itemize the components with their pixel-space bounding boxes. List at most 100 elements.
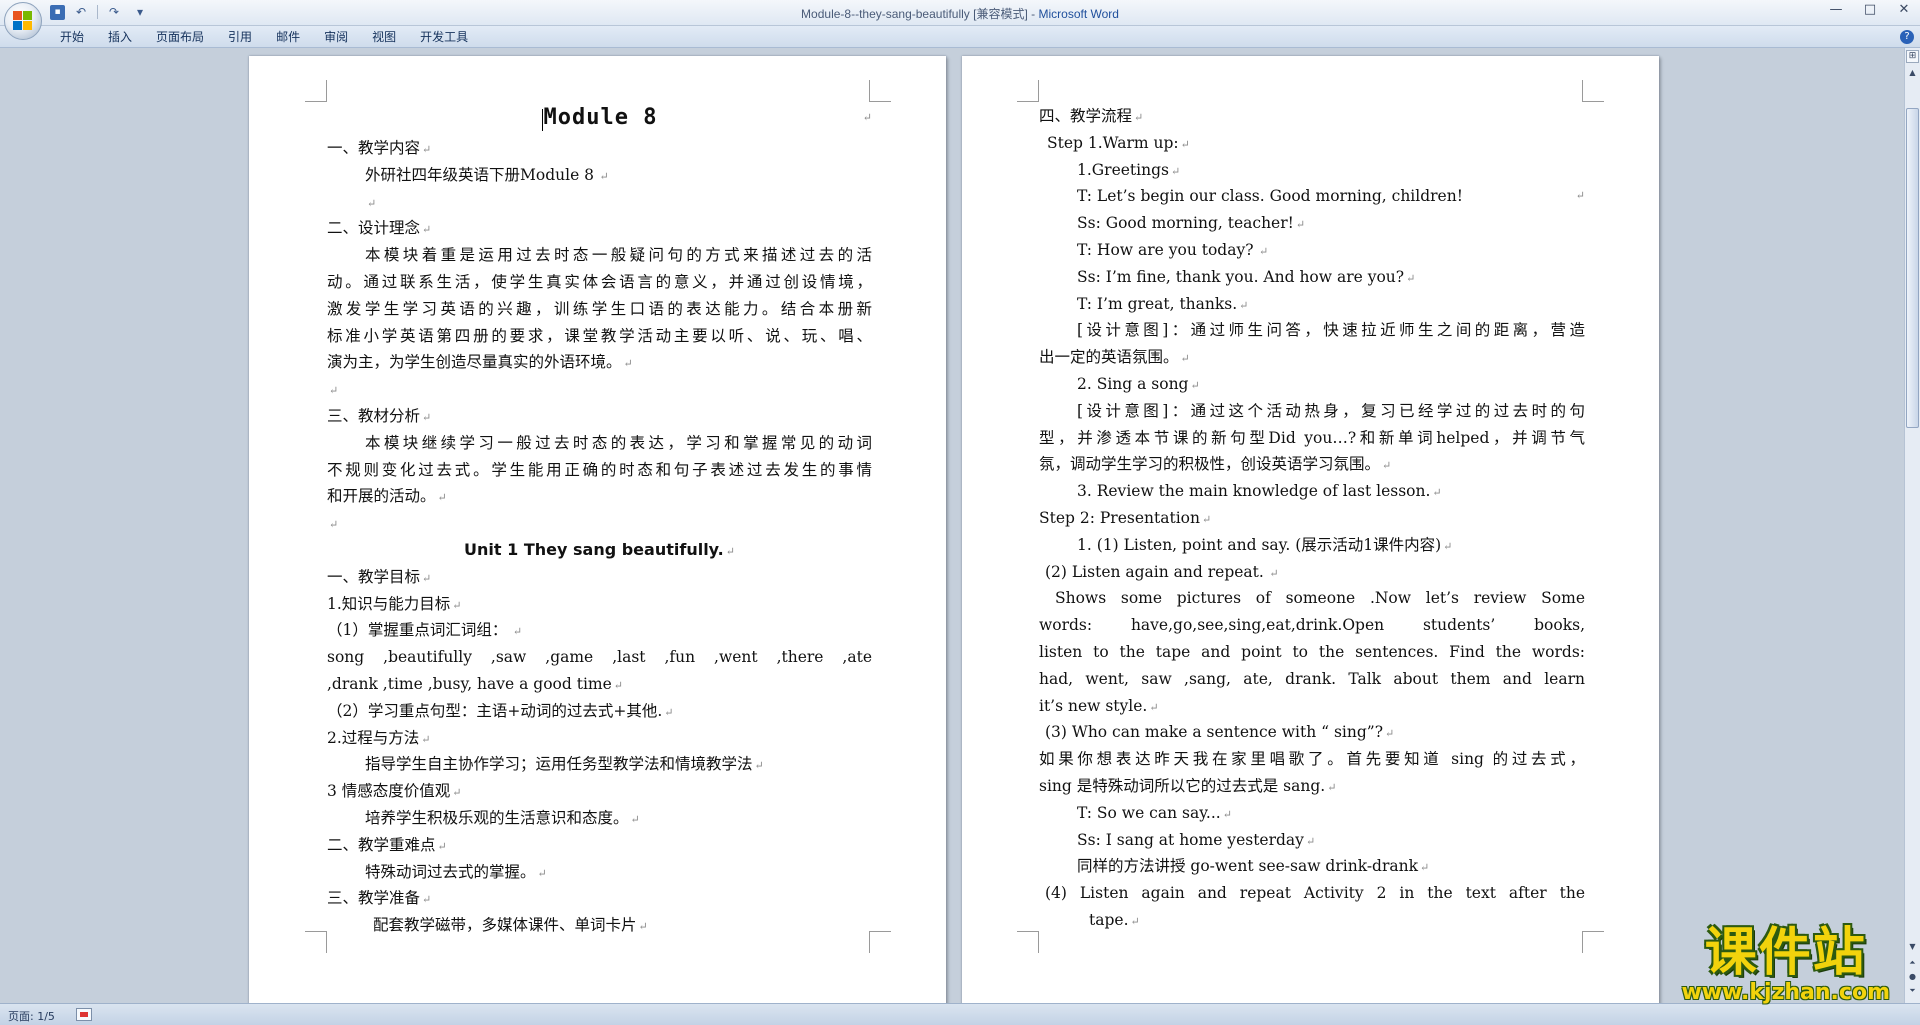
paragraph-line: listen to the tape and point to the sent… (1039, 642, 1585, 661)
site-watermark: 课件站 www.kjzhan.com (1681, 925, 1890, 1005)
paragraph-line: （2）学习重点句型：主语+动词的过去式+其他. ↵ (327, 701, 674, 720)
step-heading: Step 1.Warm up: ↵ (1047, 133, 1190, 152)
paragraph-line: 培养学生积极乐观的生活意识和态度。 ↵ (365, 808, 640, 827)
paragraph-line: words: have,go,see,sing,eat,drink.Open s… (1039, 616, 1585, 635)
paragraph-line: Shows some pictures of someone .Now let’… (1055, 589, 1585, 608)
proofing-icon[interactable] (76, 1008, 92, 1021)
vocabulary-line: ,drank ,time ,busy, have a good time ↵ (327, 674, 624, 693)
tab-review[interactable]: 审阅 (312, 29, 360, 46)
select-browse-object-icon[interactable]: ● (1906, 970, 1919, 983)
document-workspace[interactable]: Module 8 ↵ 一、教学内容 ↵ 外研社四年级英语下册Module 8 ↵ ↵… (0, 48, 1904, 1003)
vertical-scrollbar[interactable]: ⊞ ▲ ▼ ⏶ ● ⏷ (1904, 48, 1920, 1003)
subsection-heading: 3 情感态度价值观 ↵ (327, 782, 462, 801)
section-heading: 二、教学重难点 ↵ (327, 835, 447, 854)
section-heading: 四、教学流程 ↵ (1039, 107, 1144, 125)
paragraph-line: 和开展的活动。 ↵ (327, 487, 447, 506)
next-page-icon[interactable]: ⏷ (1906, 984, 1919, 997)
scroll-thumb[interactable] (1906, 108, 1919, 428)
design-note-line: 氛，调动学生学习的积极性，创设英语学习氛围。 ↵ (1039, 455, 1392, 474)
crop-mark (1582, 931, 1604, 953)
dialogue-line: T: So we can say... ↵ (1077, 803, 1232, 822)
paragraph-line: 动。通过联系生活，使学生真实体会语言的意义，并通过创设情境， (327, 272, 872, 291)
ribbon: 开始 插入 页面布局 引用 邮件 审阅 视图 开发工具 ? (0, 26, 1920, 48)
design-note-line: [设计意图]：通过师生问答，快速拉近师生之间的距离，营造 (1077, 321, 1585, 340)
paragraph-line: 同样的方法讲授 go-went see-saw drink-drank ↵ (1077, 857, 1430, 876)
tab-insert[interactable]: 插入 (96, 29, 144, 46)
tab-developer[interactable]: 开发工具 (408, 29, 480, 46)
crop-mark (869, 80, 891, 102)
office-button[interactable] (4, 2, 42, 40)
document-page-2[interactable]: 四、教学流程 ↵ Step 1.Warm up: ↵ 1.Greetings ↵ T:… (962, 56, 1659, 1003)
section-heading: 二、设计理念 ↵ (327, 219, 432, 238)
watermark-url: www.kjzhan.com (1681, 980, 1890, 1005)
crop-mark (1582, 80, 1604, 102)
vocabulary-line: song ,beautifully ,saw ,game ,last ,fun … (327, 648, 872, 667)
scroll-up-icon[interactable]: ▲ (1906, 66, 1919, 80)
subsection-heading: 1.知识与能力目标 ↵ (327, 594, 462, 613)
title-bar: ▪ ↶ ↷ ▾ Module-8--they-sang-beautifully … (0, 0, 1920, 40)
previous-page-icon[interactable]: ⏶ (1906, 956, 1919, 969)
paragraph-line: 本模块着重是运用过去时态一般疑问句的方式来描述过去的活 (365, 246, 872, 265)
crop-mark (1017, 931, 1039, 953)
crop-mark (869, 931, 891, 953)
tab-home[interactable]: 开始 (60, 29, 96, 46)
empty-line: ↵ (329, 384, 339, 398)
title-separator: - (1027, 7, 1039, 21)
paragraph-line: 特殊动词过去式的掌握。 ↵ (365, 862, 547, 881)
paragraph-line: 演为主，为学生创造尽量真实的外语环境。 ↵ (327, 353, 633, 372)
maximize-icon[interactable]: □ (1860, 2, 1880, 18)
paragraph-line: 不规则变化过去式。学生能用正确的时态和句子表述过去发生的事情 (327, 460, 872, 479)
section-heading: 三、教材分析 ↵ (327, 406, 432, 425)
status-bar: 页面: 1/5 (0, 1003, 1920, 1025)
paragraph-line: 标准小学英语第四册的要求，课堂教学活动主要以听、说、玩、唱、 (327, 326, 872, 345)
close-icon[interactable]: ✕ (1894, 2, 1914, 18)
section-heading: 三、教学准备 ↵ (327, 889, 432, 908)
page-counter[interactable]: 页面: 1/5 (8, 1008, 55, 1024)
paragraph-line: 如果你想表达昨天我在家里唱歌了。首先要知道 sing 的过去式， (1039, 750, 1585, 769)
crop-mark (305, 80, 327, 102)
help-icon[interactable]: ? (1900, 30, 1914, 44)
page-2-text[interactable]: 四、教学流程 ↵ Step 1.Warm up: ↵ 1.Greetings ↵ T:… (1039, 103, 1585, 934)
dialogue-line: Ss: I’m fine, thank you. And how are you… (1077, 267, 1416, 286)
watermark-chinese: 课件站 (1704, 923, 1867, 983)
app-name: Microsoft Word (1038, 7, 1119, 21)
paragraph-line: 2. Sing a song ↵ (1077, 374, 1200, 393)
window-title: Module-8--they-sang-beautifully [兼容模式] -… (0, 5, 1920, 22)
page-1-text[interactable]: Module 8 ↵ 一、教学内容 ↵ 外研社四年级英语下册Module 8 ↵ ↵… (327, 101, 872, 939)
paragraph-line: (3) Who can make a sentence with “ sing”… (1045, 723, 1395, 742)
paragraph-line: (2) Listen again and repeat. ↵ (1045, 562, 1279, 581)
paragraph-line: 激发学生学习英语的兴趣，训练学生口语的表达能力。结合本册新 (327, 299, 872, 318)
scroll-down-icon[interactable]: ▼ (1906, 940, 1919, 954)
paragraph-line: had, went, saw ,sang, ate, drank. Talk a… (1039, 669, 1585, 688)
dialogue-line: T: Let’s begin our class. Good morning, … (1077, 187, 1585, 206)
paragraph-line: it’s new style. ↵ (1039, 696, 1159, 715)
office-logo-icon (13, 11, 33, 31)
paragraph-line: tape. ↵ (1089, 910, 1140, 929)
tab-mailings[interactable]: 邮件 (264, 29, 312, 46)
minimize-icon[interactable]: — (1826, 2, 1846, 18)
empty-line: ↵ (367, 196, 377, 210)
paragraph-line: sing 是特殊动词所以它的过去式是 sang. ↵ (1039, 776, 1337, 795)
dialogue-line: Ss: Good morning, teacher! ↵ (1077, 214, 1306, 233)
paragraph-line: 3. Review the main knowledge of last les… (1077, 482, 1442, 501)
design-note-line: 出一定的英语氛围。 ↵ (1039, 348, 1190, 367)
dialogue-line: T: How are you today? ↵ (1077, 240, 1269, 259)
tab-page-layout[interactable]: 页面布局 (144, 29, 216, 46)
tab-references[interactable]: 引用 (216, 29, 264, 46)
paragraph-line: 指导学生自主协作学习；运用任务型教学法和情境教学法 ↵ (365, 755, 764, 774)
dialogue-line: T: I’m great, thanks. ↵ (1077, 294, 1249, 313)
design-note-line: [设计意图]：通过这个活动热身，复习已经学过的过去时的句 (1077, 401, 1585, 420)
document-page-1[interactable]: Module 8 ↵ 一、教学内容 ↵ 外研社四年级英语下册Module 8 ↵ ↵… (249, 56, 946, 1003)
step-heading: Step 2: Presentation ↵ (1039, 508, 1212, 527)
subsection-heading: 2.过程与方法 ↵ (327, 728, 431, 747)
paragraph-line: 配套教学磁带，多媒体课件、单词卡片 ↵ (373, 916, 648, 935)
crop-mark (1017, 80, 1039, 102)
empty-line: ↵ (329, 518, 339, 532)
module-heading: Module 8 ↵ (541, 105, 872, 131)
paragraph-line: 外研社四年级英语下册Module 8 ↵ (365, 165, 609, 184)
view-ruler-icon[interactable]: ⊞ (1906, 50, 1919, 63)
ribbon-tabs: 开始 插入 页面布局 引用 邮件 审阅 视图 开发工具 (60, 29, 480, 46)
tab-view[interactable]: 视图 (360, 29, 408, 46)
dialogue-line: Ss: I sang at home yesterday ↵ (1077, 830, 1316, 849)
paragraph-line: (4) Listen again and repeat Activity 2 i… (1045, 884, 1585, 903)
